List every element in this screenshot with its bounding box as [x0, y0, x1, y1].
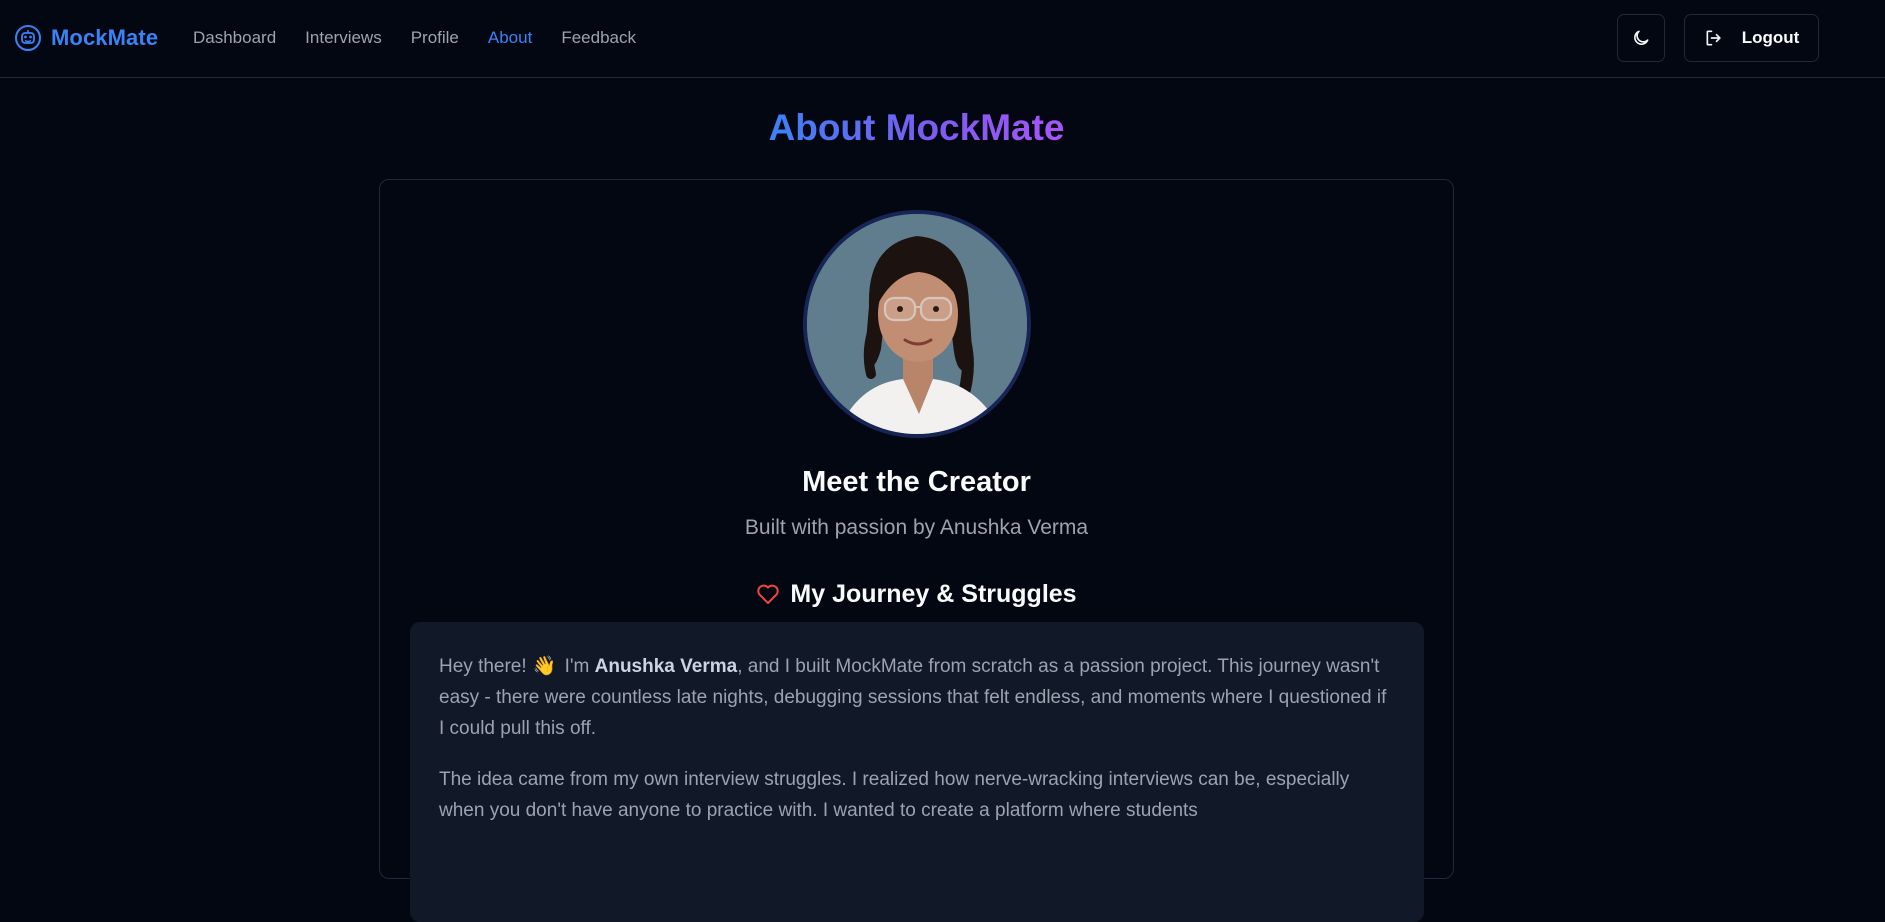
logout-button[interactable]: Logout — [1684, 14, 1819, 62]
nav-link-feedback[interactable]: Feedback — [561, 28, 636, 48]
nav-link-about[interactable]: About — [488, 28, 532, 48]
nav-link-interviews[interactable]: Interviews — [305, 28, 382, 48]
greeting-text: Hey there! — [439, 656, 527, 677]
main-nav: Dashboard Interviews Profile About Feedb… — [193, 26, 665, 50]
heart-icon — [757, 584, 780, 604]
journey-heading: My Journey & Struggles — [380, 578, 1453, 610]
logout-label: Logout — [1741, 28, 1800, 47]
wave-emoji: 👋 — [532, 656, 557, 677]
creator-subtitle: Built with passion by Anushka Verma — [744, 516, 1089, 539]
nav-link-profile[interactable]: Profile — [411, 28, 459, 48]
brand-name: MockMate — [51, 25, 159, 50]
theme-toggle-button[interactable] — [1617, 14, 1665, 62]
creator-name: Anushka Verma — [594, 656, 738, 677]
creator-photo — [807, 214, 1027, 434]
brand-logo-link[interactable]: MockMate — [14, 24, 158, 52]
page-title: About MockMate — [0, 104, 1833, 152]
story-paragraph-2: The idea came from my own interview stru… — [439, 769, 1350, 821]
story-paragraph-1: Hey there! 👋 I'm Anushka Verma, and I bui… — [439, 651, 1395, 744]
journey-heading-text: My Journey & Struggles — [790, 579, 1077, 608]
moon-icon — [1634, 30, 1649, 45]
page-title-text: About MockMate — [768, 107, 1065, 148]
creator-avatar — [803, 210, 1031, 438]
intro-text: I'm — [564, 656, 590, 677]
robot-face-icon — [15, 25, 41, 51]
top-navbar: MockMate Dashboard Interviews Profile Ab… — [0, 0, 1885, 78]
journey-story: Hey there! 👋 I'm Anushka Verma, and I bui… — [410, 622, 1424, 922]
logout-icon — [1706, 30, 1721, 46]
about-card: Meet the Creator Built with passion by A… — [379, 179, 1454, 922]
nav-link-dashboard[interactable]: Dashboard — [193, 28, 276, 48]
creator-heading: Meet the Creator — [802, 466, 1031, 498]
